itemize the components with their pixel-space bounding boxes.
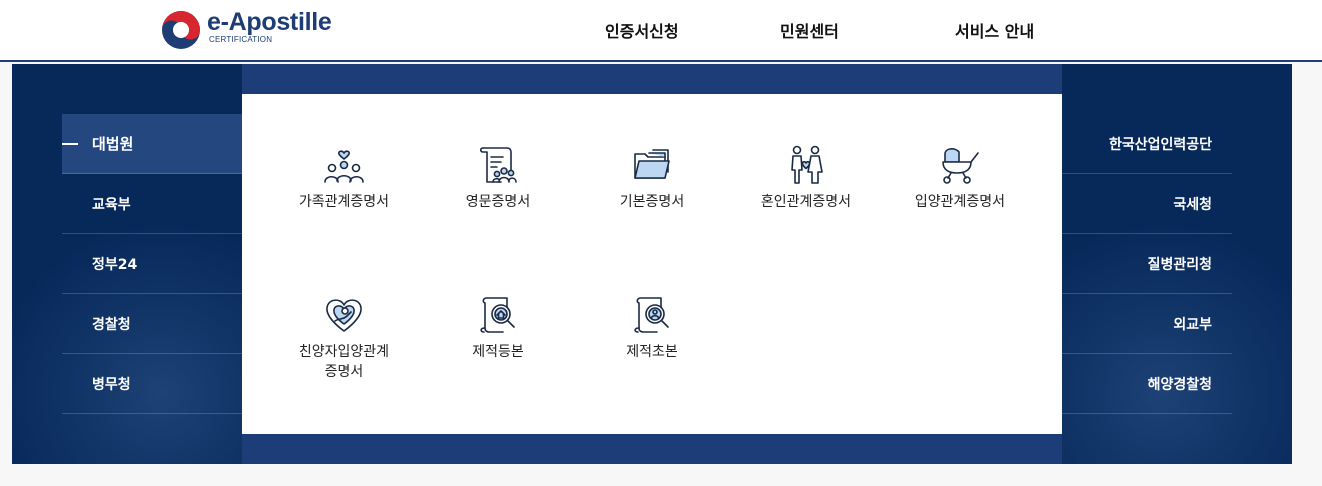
nav-service-guide[interactable]: 서비스 안내 bbox=[955, 18, 1034, 42]
document-panel: 가족관계증명서 영문증명서 기본증명서 혼인관계증명서 입양관계증명서 친양자입… bbox=[242, 94, 1062, 434]
doc-label: 가족관계증명서 bbox=[298, 194, 390, 210]
right-item-label: 해양경찰청 bbox=[1147, 376, 1212, 393]
nav-certificate-apply[interactable]: 인증서신청 bbox=[605, 18, 679, 42]
left-item-label: 병무청 bbox=[92, 376, 131, 393]
right-agency-menu: 한국산업인력공단 국세청 질병관리청 외교부 해양경찰청 bbox=[1062, 114, 1232, 414]
doc-full-adoption[interactable]: 친양자입양관계 증명서 bbox=[269, 294, 419, 382]
english-document-icon bbox=[479, 147, 517, 183]
logo[interactable]: e-Apostille CERTIFICATION bbox=[161, 9, 332, 51]
doc-removed-full-copy[interactable]: 제적등본 bbox=[423, 294, 573, 362]
doc-label: 제적초본 bbox=[626, 344, 678, 360]
doc-basic[interactable]: 기본증명서 bbox=[577, 144, 727, 212]
doc-label: 제적등본 bbox=[472, 344, 524, 360]
right-item-label: 외교부 bbox=[1173, 316, 1212, 333]
nav-civil-center[interactable]: 민원센터 bbox=[780, 18, 839, 42]
logo-title: e-Apostille bbox=[207, 7, 332, 36]
doc-label: 영문증명서 bbox=[465, 194, 531, 210]
baby-stroller-icon bbox=[942, 148, 979, 184]
doc-adoption[interactable]: 입양관계증명서 bbox=[885, 144, 1035, 212]
right-item-label: 한국산업인력공단 bbox=[1108, 136, 1212, 153]
left-item-label: 교육부 bbox=[92, 196, 131, 213]
left-item-military[interactable]: 병무청 bbox=[62, 354, 242, 414]
family-icon bbox=[324, 150, 364, 183]
couple-icon bbox=[791, 145, 823, 184]
person-search-icon bbox=[634, 297, 669, 333]
left-item-label: 경찰청 bbox=[92, 316, 131, 333]
site-header: e-Apostille CERTIFICATION 인증서신청 민원센터 서비스… bbox=[0, 0, 1322, 62]
doc-removed-abstract[interactable]: 제적초본 bbox=[577, 294, 727, 362]
right-item-kdca[interactable]: 질병관리청 bbox=[1062, 234, 1232, 294]
left-item-gov24[interactable]: 정부24 bbox=[62, 234, 242, 294]
left-item-label: 정부24 bbox=[92, 256, 138, 273]
doc-family-relation[interactable]: 가족관계증명서 bbox=[269, 144, 419, 212]
doc-english[interactable]: 영문증명서 bbox=[423, 144, 573, 212]
doc-marriage[interactable]: 혼인관계증명서 bbox=[731, 144, 881, 212]
right-item-mofa[interactable]: 외교부 bbox=[1062, 294, 1232, 354]
right-item-label: 질병관리청 bbox=[1147, 256, 1212, 273]
right-item-hrdk[interactable]: 한국산업인력공단 bbox=[1062, 114, 1232, 174]
right-item-label: 국세청 bbox=[1173, 196, 1212, 213]
left-item-education[interactable]: 교육부 bbox=[62, 174, 242, 234]
active-dash-icon bbox=[62, 143, 78, 145]
doc-label: 혼인관계증명서 bbox=[760, 194, 852, 210]
left-item-label: 대법원 bbox=[92, 135, 134, 153]
left-item-supreme-court[interactable]: 대법원 bbox=[62, 114, 242, 174]
left-agency-menu: 대법원 교육부 정부24 경찰청 병무청 bbox=[62, 114, 242, 414]
main-stage: 대법원 교육부 정부24 경찰청 병무청 가족관계증명서 영문증명서 기본증명서… bbox=[12, 64, 1292, 464]
right-item-coast-guard[interactable]: 해양경찰청 bbox=[1062, 354, 1232, 414]
taegeuk-logo-icon bbox=[162, 11, 200, 49]
doc-label: 입양관계증명서 bbox=[914, 194, 1006, 210]
heart-hands-icon bbox=[326, 299, 362, 332]
folder-icon bbox=[634, 149, 670, 179]
left-item-police[interactable]: 경찰청 bbox=[62, 294, 242, 354]
doc-label: 기본증명서 bbox=[619, 194, 685, 210]
right-item-nts[interactable]: 국세청 bbox=[1062, 174, 1232, 234]
house-search-icon bbox=[480, 297, 515, 333]
logo-subtitle: CERTIFICATION bbox=[209, 34, 273, 44]
doc-label: 친양자입양관계 증명서 bbox=[298, 344, 390, 380]
